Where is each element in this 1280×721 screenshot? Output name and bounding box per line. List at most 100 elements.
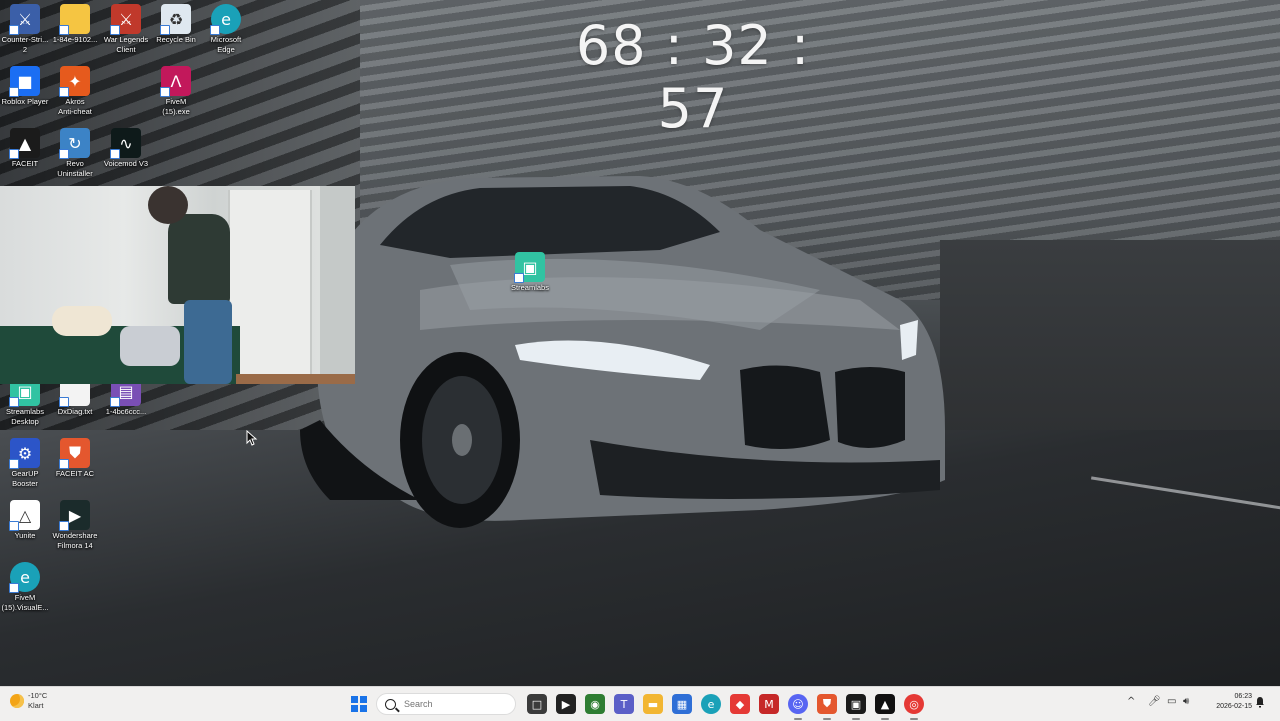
desktop-icon-label: Yunite <box>14 531 36 540</box>
desktop-icon-folder[interactable]: 1-84e-9102... <box>50 4 100 45</box>
webcam-pillow <box>52 306 112 336</box>
chevron-up-icon[interactable]: ^ <box>1127 696 1135 707</box>
taskbar-app-teams-icon[interactable]: T <box>614 694 634 714</box>
desktop-icon-label: DxDiag.txt <box>57 407 93 416</box>
taskbar-app-faceit-ac-icon[interactable]: ⛊ <box>817 694 837 720</box>
desktop-icon-label: Voicemod V3 <box>103 159 149 168</box>
desktop-icon-label: FACEIT AC <box>55 469 95 478</box>
counter-strike-icon: ⚔ <box>9 4 40 35</box>
faceit-icon: ▲ <box>9 128 40 159</box>
windows-logo-pane <box>359 696 367 704</box>
desktop-icon-label: Akros Anti-cheat <box>58 97 92 116</box>
webcam-person-legs <box>184 300 232 384</box>
desktop-icon-roblox[interactable]: ■ Roblox Player <box>0 66 50 107</box>
webcam-floor <box>236 374 355 384</box>
desktop-icon-revo-uninstaller[interactable]: ↻ Revo Uninstaller <box>50 128 100 178</box>
taskbar-app-streamlabs-icon[interactable]: ▣ <box>846 694 866 720</box>
desktop-icon-edge[interactable]: e Microsoft Edge <box>201 4 251 54</box>
desktop-icon-war-legends[interactable]: ⚔ War Legends Client <box>101 4 151 54</box>
desktop-icon-label: Roblox Player <box>1 97 49 106</box>
desktop-icon-label: FiveM (15).VisualE... <box>1 593 49 612</box>
taskbar-app-faceit-icon[interactable]: ▲ <box>875 694 895 720</box>
webcam-person <box>168 214 230 304</box>
taskbar-app-file-explorer-icon[interactable]: ▬ <box>643 694 663 714</box>
desktop-icon-label: Revo Uninstaller <box>57 159 93 178</box>
weather-temp: -10°C <box>28 691 48 700</box>
taskbar-app-red-diamond-app-icon[interactable]: ◆ <box>730 694 750 714</box>
desktop-icon-faceit-ac[interactable]: ⛊ FACEIT AC <box>50 438 100 479</box>
fivem-icon: Λ <box>160 66 191 97</box>
taskbar-search-box[interactable] <box>376 693 516 715</box>
desktop-icon-label: War Legends Client <box>103 35 149 54</box>
desktop-icon-label: FACEIT <box>11 159 39 168</box>
taskbar-time: 06:23 <box>1234 693 1252 700</box>
desktop-icon-label: Streamlabs <box>511 283 549 292</box>
taskbar-app-edge-icon[interactable]: e <box>701 694 721 714</box>
desktop-icon-voicemod[interactable]: ∿ Voicemod V3 <box>101 128 151 169</box>
volume-icon[interactable]: 🔊︎ <box>1183 696 1189 707</box>
weather-desc: Klart <box>28 701 44 710</box>
gearup-icon: ⚙ <box>9 438 40 469</box>
search-icon <box>385 698 396 710</box>
windows-logo-pane <box>359 704 367 712</box>
desktop-icon-akros[interactable]: ✦ Akros Anti-cheat <box>50 66 100 116</box>
desktop-icon-label: Wondershare Filmora 14 <box>52 531 98 550</box>
streamlabs-icon: ▣ <box>514 252 545 283</box>
taskbar-date: 2026-02-15 <box>1216 703 1252 710</box>
taskbar-app-mcafee-icon[interactable]: M <box>759 694 779 714</box>
desktop-icon-edge-file[interactable]: e FiveM (15).VisualE... <box>0 562 50 612</box>
taskbar-app-store-icon[interactable]: ▦ <box>672 694 692 714</box>
taskbar-app-chrome-icon[interactable]: ◎ <box>904 694 924 720</box>
desktop-icon-faceit[interactable]: ▲ FACEIT <box>0 128 50 169</box>
akros-icon: ✦ <box>59 66 90 97</box>
webcam-person-head <box>148 186 188 224</box>
desktop-icon-streamlabs[interactable]: ▣ Streamlabs <box>505 252 555 293</box>
war-legends-icon: ⚔ <box>110 4 141 35</box>
clock-datetime[interactable]: 06:23 2026-02-15 <box>1200 692 1252 712</box>
desktop-icon-recycle-bin[interactable]: ♻ Recycle Bin <box>151 4 201 45</box>
weather-widget[interactable]: -10°C Klart <box>10 691 47 711</box>
microphone-icon[interactable]: 🎤︎ <box>1148 696 1161 707</box>
weather-text: -10°C Klart <box>28 691 47 711</box>
desktop-icon-counter-strike[interactable]: ⚔ Counter-Stri... 2 <box>0 4 50 54</box>
taskbar-app-media-app-icon[interactable]: ▶ <box>556 694 576 714</box>
desktop-icon-label: 1-4bc6ccc... <box>105 407 147 416</box>
edge-icon: e <box>210 4 241 35</box>
moon-weather-icon <box>10 694 24 708</box>
webcam-overlay <box>0 186 355 384</box>
desktop-icon-label: FiveM (15).exe <box>162 97 190 116</box>
webcam-door <box>228 190 312 380</box>
webcam-wall <box>320 186 355 384</box>
webcam-cloth <box>120 326 180 366</box>
network-icon[interactable]: ▭ <box>1167 696 1176 707</box>
taskbar: -10°C Klart □ ▶ ◉ T ▬ ▦ e ◆ M ☺ ⛊ ▣ ▲ ◎ ^ 🎤︎ ▭ 🔊︎ 06:… <box>0 686 1280 721</box>
desktop-icon-label: 1-84e-9102... <box>52 35 98 44</box>
taskbar-app-file-viewer-icon[interactable]: □ <box>527 694 547 714</box>
voicemod-icon: ∿ <box>110 128 141 159</box>
notification-bell-icon[interactable] <box>1255 696 1265 708</box>
taskbar-app-discord-icon[interactable]: ☺ <box>788 694 808 720</box>
desktop-icon-label: Counter-Stri... 2 <box>1 35 49 54</box>
stream-timer-overlay: 68 : 32 : 57 <box>575 14 811 140</box>
start-button[interactable] <box>351 696 367 712</box>
desktop-icon-label: Recycle Bin <box>156 35 196 44</box>
search-input[interactable] <box>402 698 506 710</box>
windows-logo-pane <box>351 696 359 704</box>
desktop-icon-gearup[interactable]: ⚙ GearUP Booster <box>0 438 50 488</box>
taskbar-app-nvidia-icon[interactable]: ◉ <box>585 694 605 714</box>
faceit-ac-icon: ⛊ <box>59 438 90 469</box>
folder-icon <box>59 4 90 35</box>
edge-file-icon: e <box>9 562 40 593</box>
mouse-cursor-icon <box>246 430 258 446</box>
desktop-icon-label: Streamlabs Desktop <box>6 407 44 426</box>
desktop-icon-label: Microsoft Edge <box>210 35 242 54</box>
filmora-icon: ▶ <box>59 500 90 531</box>
desktop-icon-yunite[interactable]: △ Yunite <box>0 500 50 541</box>
desktop-icon-filmora[interactable]: ▶ Wondershare Filmora 14 <box>50 500 100 550</box>
yunite-icon: △ <box>9 500 40 531</box>
recycle-bin-icon: ♻ <box>160 4 191 35</box>
windows-logo-pane <box>351 704 359 712</box>
desktop-icon-fivem[interactable]: Λ FiveM (15).exe <box>151 66 201 116</box>
revo-uninstaller-icon: ↻ <box>59 128 90 159</box>
desktop-icon-label: GearUP Booster <box>11 469 39 488</box>
